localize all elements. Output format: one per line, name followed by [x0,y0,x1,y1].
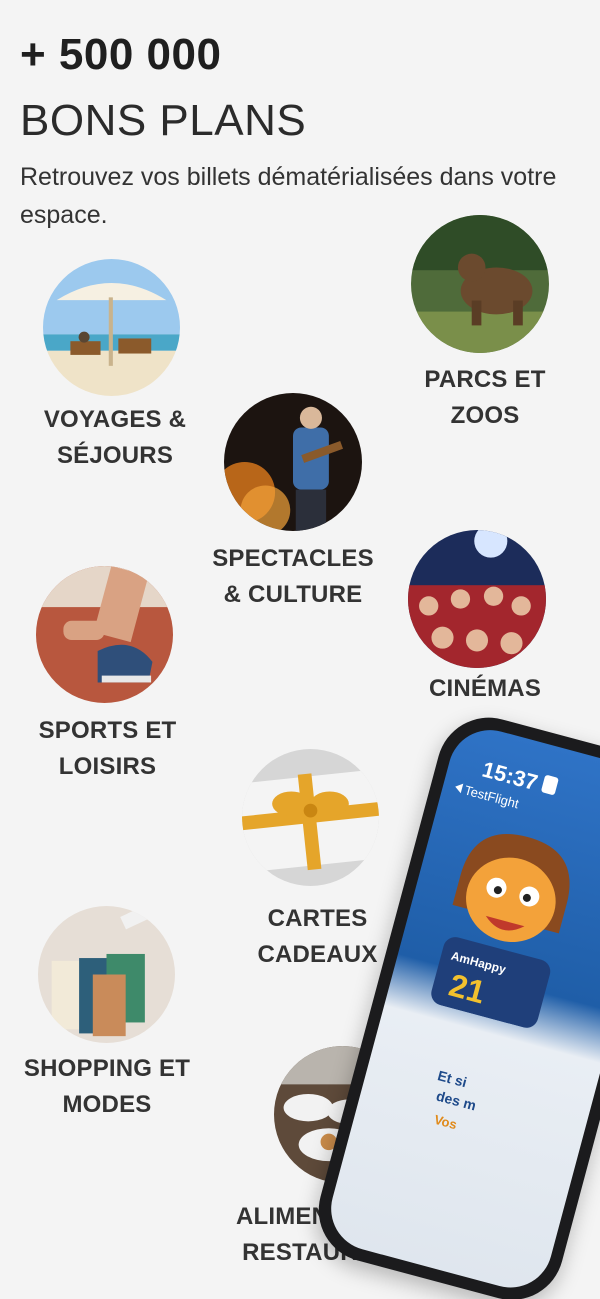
headline-count: + 500 000 [20,30,222,79]
parks-image[interactable] [411,215,549,353]
back-arrow-icon[interactable] [453,781,464,794]
label-cinema: CINÉMAS [428,675,542,702]
headline-title: BONS PLANS [20,96,307,145]
label-shopping: SHOPPING ET MODES [23,1055,191,1118]
promo-text-line1: Et si [435,1067,469,1091]
mascot-illustration: AmHappy 21 [407,813,600,1035]
label-sports: SPORTS ET LOISIRS [38,717,177,780]
travel-image[interactable] [43,259,180,396]
sports-image[interactable] [36,566,173,703]
id-badge-icon [540,774,559,796]
label-shows: SPECTACLES & CULTURE [212,545,374,608]
promo-text-line2: des m [434,1087,478,1114]
shopping-image[interactable] [38,906,175,1043]
label-gift-cards: CARTES CADEAUX [257,905,378,968]
cinema-image[interactable] [408,530,546,668]
gift-cards-image[interactable] [242,749,379,886]
label-travel: VOYAGES & SÉJOURS [43,406,187,469]
label-parks: PARCS ET ZOOS [424,366,546,429]
promo-text-line3[interactable]: Vos [433,1112,459,1132]
shows-image[interactable] [224,393,362,531]
